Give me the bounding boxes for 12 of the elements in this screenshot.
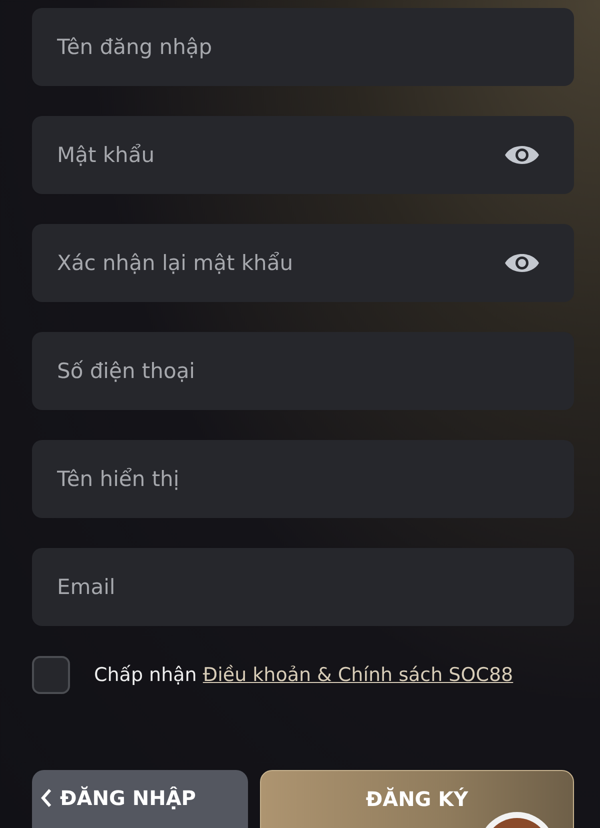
login-button[interactable]: ĐĂNG NHẬP (32, 770, 248, 828)
input-field[interactable]: Số điện thoại (32, 332, 574, 410)
input-field[interactable]: Mật khẩu (32, 116, 574, 194)
checkbox[interactable] (32, 656, 70, 694)
input-field[interactable]: Xác nhận lại mật khẩu (32, 224, 574, 302)
terms-link[interactable]: Điều khoản & Chính sách SOC88 (202, 664, 514, 686)
terms-text: Chấp nhận Điều khoản & Chính sách SOC88 (94, 662, 514, 688)
input-field[interactable]: Tên hiển thị (32, 440, 574, 518)
chevron-left-icon (40, 788, 52, 808)
register-button[interactable]: ĐĂNG KÝ (260, 770, 574, 828)
input-field[interactable]: Tên đăng nhập (32, 8, 574, 86)
input-field[interactable]: Email (32, 548, 574, 626)
